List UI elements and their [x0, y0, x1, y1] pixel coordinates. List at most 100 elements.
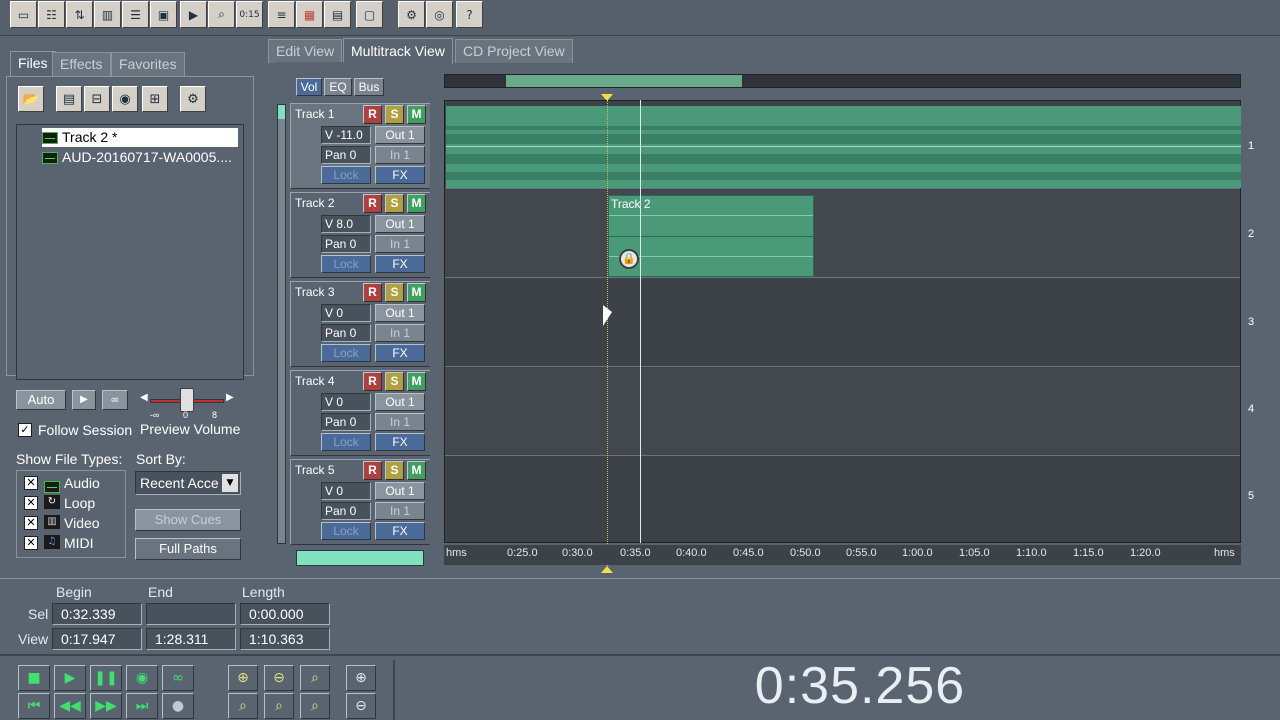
- time-ruler[interactable]: hms 0:25.0 0:30.0 0:35.0 0:40.0 0:45.0 0:50.0 0…: [444, 545, 1241, 565]
- pan-field[interactable]: Pan 0: [321, 502, 371, 520]
- fx-button[interactable]: FX: [375, 433, 425, 451]
- audio-clip-track-1[interactable]: [446, 106, 1241, 188]
- web-icon[interactable]: ◎: [426, 1, 453, 28]
- time-icon[interactable]: 0:15: [236, 1, 263, 28]
- fx-button[interactable]: FX: [375, 166, 425, 184]
- loop-checkbox[interactable]: ✕: [24, 496, 38, 510]
- output-button[interactable]: Out 1: [375, 393, 425, 411]
- input-button[interactable]: In 1: [375, 146, 425, 164]
- solo-button[interactable]: S: [385, 461, 404, 480]
- slider-left-arrow-icon[interactable]: ◀: [140, 392, 148, 403]
- cd-icon[interactable]: ◉: [112, 86, 138, 112]
- list-icon[interactable]: ☰: [122, 1, 149, 28]
- zoom-in-vertical-icon[interactable]: ⊕: [346, 665, 376, 691]
- open-file-icon[interactable]: 📂: [18, 86, 44, 112]
- follow-session-checkbox[interactable]: ✓: [18, 423, 32, 437]
- zoom-selection-icon[interactable]: ⌕: [300, 693, 330, 719]
- rewind-button[interactable]: ◀◀: [54, 693, 86, 719]
- tab-vol[interactable]: Vol: [296, 78, 322, 96]
- playhead-cursor[interactable]: [640, 100, 641, 543]
- go-to-end-button[interactable]: ⏭: [126, 693, 158, 719]
- bars-icon[interactable]: ▥: [94, 1, 121, 28]
- panel-icon[interactable]: ▤: [324, 1, 351, 28]
- blank-icon[interactable]: ▢: [356, 1, 383, 28]
- tab-effects[interactable]: Effects: [52, 52, 111, 76]
- play-icon[interactable]: ▶: [180, 1, 207, 28]
- sel-end-field[interactable]: [146, 603, 236, 625]
- output-button[interactable]: Out 1: [375, 482, 425, 500]
- preview-loop-button[interactable]: ∞: [102, 390, 128, 410]
- pan-field[interactable]: Pan 0: [321, 413, 371, 431]
- record-button[interactable]: ●: [162, 693, 194, 719]
- view-begin-field[interactable]: 0:17.947: [52, 628, 142, 650]
- volume-field[interactable]: V 8.0: [321, 215, 371, 233]
- file-settings-icon[interactable]: ⚙: [180, 86, 206, 112]
- output-button[interactable]: Out 1: [375, 126, 425, 144]
- edit-view-icon[interactable]: ▭: [10, 1, 37, 28]
- settings-gear-icon[interactable]: ⚙: [398, 1, 425, 28]
- output-button[interactable]: Out 1: [375, 215, 425, 233]
- lane-track-5[interactable]: [445, 457, 1240, 545]
- lock-button[interactable]: Lock: [321, 344, 371, 362]
- loop-button[interactable]: ∞: [162, 665, 194, 691]
- mute-button[interactable]: M: [407, 372, 426, 391]
- solo-button[interactable]: S: [385, 283, 404, 302]
- record-arm-button[interactable]: R: [363, 194, 382, 213]
- sort-by-select[interactable]: Recent Acce ▼: [135, 471, 241, 495]
- track-header-3[interactable]: Track 3 R S M V 0 Out 1 Pan 0 In 1 Lock …: [290, 281, 430, 367]
- solo-button[interactable]: S: [385, 105, 404, 124]
- solo-button[interactable]: S: [385, 372, 404, 391]
- window-icon[interactable]: ▣: [150, 1, 177, 28]
- lock-button[interactable]: Lock: [321, 255, 371, 273]
- tab-files[interactable]: Files: [10, 51, 56, 77]
- audio-clip-track-2[interactable]: Track 2 🔒: [608, 195, 814, 277]
- zoom-left-icon[interactable]: ⌕: [228, 693, 258, 719]
- markers-icon[interactable]: ≡: [268, 1, 295, 28]
- track-header-2[interactable]: Track 2 R S M V 8.0 Out 1 Pan 0 In 1 Loc…: [290, 192, 430, 278]
- play-to-end-button[interactable]: ◉: [126, 665, 158, 691]
- zoom-in-icon[interactable]: ⊕: [228, 665, 258, 691]
- horizontal-scrollbar-left[interactable]: [296, 550, 424, 566]
- midi-checkbox[interactable]: ✕: [24, 536, 38, 550]
- show-cues-button[interactable]: Show Cues: [135, 509, 241, 531]
- zoom-out-vertical-icon[interactable]: ⊖: [346, 693, 376, 719]
- sel-begin-field[interactable]: 0:32.339: [52, 603, 142, 625]
- volume-field[interactable]: V 0: [321, 393, 371, 411]
- pan-field[interactable]: Pan 0: [321, 146, 371, 164]
- volume-field[interactable]: V 0: [321, 482, 371, 500]
- pause-button[interactable]: ❚❚: [90, 665, 122, 691]
- preview-play-button[interactable]: ▶: [72, 390, 96, 410]
- mixer-icon[interactable]: ⇅: [66, 1, 93, 28]
- stop-button[interactable]: ■: [18, 665, 50, 691]
- lane-track-2[interactable]: [445, 190, 1240, 278]
- play-button[interactable]: ▶: [54, 665, 86, 691]
- input-button[interactable]: In 1: [375, 324, 425, 342]
- mute-button[interactable]: M: [407, 283, 426, 302]
- fx-button[interactable]: FX: [375, 522, 425, 540]
- zoom-full-icon[interactable]: ⌕: [300, 665, 330, 691]
- list-item[interactable]: AUD-20160717-WA0005....: [42, 148, 232, 167]
- volume-field[interactable]: V -11.0: [321, 126, 371, 144]
- go-to-start-button[interactable]: ⏮: [18, 693, 50, 719]
- end-marker-icon[interactable]: [601, 566, 613, 573]
- solo-button[interactable]: S: [385, 194, 404, 213]
- multitrack-view-icon[interactable]: ☷: [38, 1, 65, 28]
- record-arm-button[interactable]: R: [363, 372, 382, 391]
- lane-track-4[interactable]: [445, 368, 1240, 456]
- mute-button[interactable]: M: [407, 105, 426, 124]
- close-file-icon[interactable]: ⊟: [84, 86, 110, 112]
- chevron-down-icon[interactable]: ▼: [222, 474, 238, 492]
- tab-bus[interactable]: Bus: [354, 78, 384, 96]
- view-end-field[interactable]: 1:28.311: [146, 628, 236, 650]
- output-button[interactable]: Out 1: [375, 304, 425, 322]
- zoom-right-icon[interactable]: ⌕: [264, 693, 294, 719]
- fast-forward-button[interactable]: ▶▶: [90, 693, 122, 719]
- track-header-1[interactable]: Track 1 R S M V -11.0 Out 1 Pan 0 In 1 L…: [290, 103, 430, 189]
- track-header-4[interactable]: Track 4 R S M V 0 Out 1 Pan 0 In 1 Lock …: [290, 370, 430, 456]
- tab-edit-view[interactable]: Edit View: [268, 39, 343, 63]
- slider-right-arrow-icon[interactable]: ▶: [226, 392, 234, 403]
- tab-favorites[interactable]: Favorites: [111, 52, 185, 76]
- pan-field[interactable]: Pan 0: [321, 324, 371, 342]
- audio-checkbox[interactable]: ✕: [24, 476, 38, 490]
- multitrack-canvas[interactable]: Track 2 🔒: [444, 100, 1241, 543]
